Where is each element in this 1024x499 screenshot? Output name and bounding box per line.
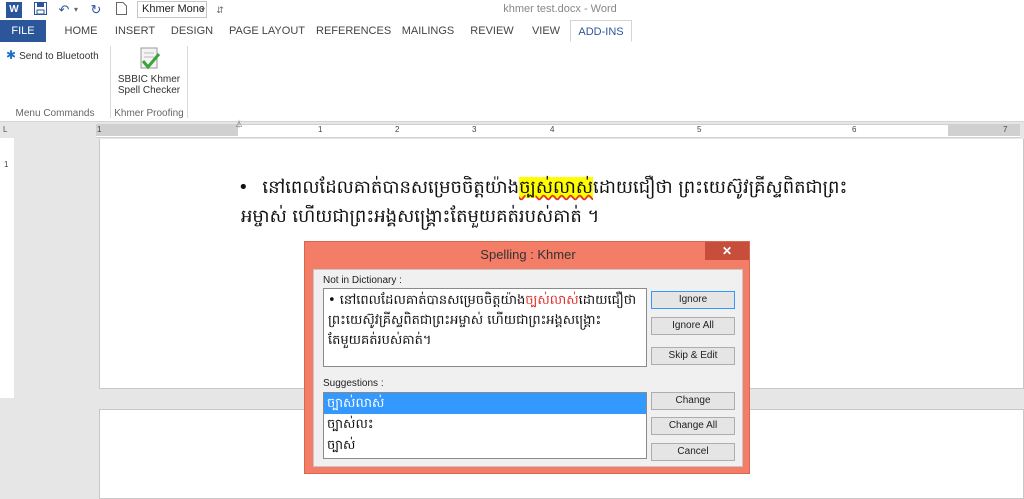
customize-qat-icon[interactable]: ⇵ — [215, 2, 225, 18]
group-divider — [187, 46, 188, 118]
suggestions-label: Suggestions : — [323, 378, 384, 389]
document-line-1: • នៅពេលដែលគាត់បានសម្រេចចិត្តយ៉ាងច្បស់លាស… — [238, 175, 847, 202]
ruler-right-margin — [948, 124, 1020, 136]
group-label-menu-commands: Menu Commands — [15, 108, 95, 119]
send-to-bluetooth-label: Send to Bluetooth — [19, 51, 99, 62]
skip-and-edit-button[interactable]: Skip & Edit — [651, 347, 735, 365]
tab-references[interactable]: REFERENCES — [316, 20, 391, 42]
bluetooth-icon: ✱ — [6, 48, 17, 62]
save-icon[interactable] — [32, 2, 48, 18]
new-document-icon[interactable] — [114, 2, 128, 18]
tab-insert[interactable]: INSERT — [110, 20, 160, 42]
context-error-word: ច្បស់លាស់ — [525, 293, 579, 308]
undo-icon[interactable]: ↶ — [56, 2, 72, 18]
close-icon: ✕ — [721, 244, 733, 258]
ruler-tick-label: 2 — [395, 125, 400, 134]
font-dropdown-icon[interactable]: ▾ — [199, 2, 207, 18]
tab-view[interactable]: VIEW — [526, 20, 566, 42]
close-button[interactable]: ✕ — [705, 242, 749, 260]
spelling-dialog: Spelling : Khmer ✕ Not in Dictionary : •… — [304, 241, 750, 474]
ruler-indent-marker[interactable]: ⏃ — [235, 121, 243, 137]
document-line-2: អម្ចាស់ ហើយជាព្រះអង្គសង្គ្រោះតែមួយគត់របស… — [241, 204, 599, 231]
cancel-button[interactable]: Cancel — [651, 443, 735, 461]
spell-checker-label-line2: Spell Checker — [117, 85, 181, 96]
spell-checker-icon — [134, 46, 164, 74]
suggestion-item[interactable]: ច្បាស់លាស់ — [324, 393, 646, 414]
tab-mailings[interactable]: MAILINGS — [398, 20, 458, 42]
ruler-tick-label: 1 — [318, 125, 323, 134]
ruler-corner-tab-selector[interactable]: L — [3, 126, 11, 134]
dialog-title: Spelling : Khmer — [480, 247, 576, 262]
title-bar: W ↶ ▾ ↻ Khmer Monc ▾ ⇵ khmer test.docx -… — [0, 0, 1024, 20]
tab-page-layout[interactable]: PAGE LAYOUT — [226, 20, 308, 42]
font-name-value: Khmer Monc — [142, 3, 205, 15]
tab-add-ins[interactable]: ADD-INS — [570, 20, 632, 42]
vertical-ruler[interactable]: 1 — [0, 138, 14, 398]
tab-design[interactable]: DESIGN — [166, 20, 218, 42]
document-text: ដោយជឿថា ព្រះយេស៊ូវគ្រីស្ទពិតជាព្រះ — [593, 177, 848, 198]
not-in-dictionary-label: Not in Dictionary : — [323, 275, 402, 286]
send-to-bluetooth-button[interactable]: ✱ Send to Bluetooth — [6, 48, 99, 62]
spell-checker-label-line1: SBBIC Khmer — [117, 74, 181, 85]
ruler-tick-label: 6 — [852, 125, 857, 134]
redo-icon[interactable]: ↻ — [88, 2, 104, 18]
ribbon: ✱ Send to Bluetooth Menu Commands SBBIC … — [0, 42, 1024, 122]
tab-review[interactable]: REVIEW — [466, 20, 518, 42]
undo-dropdown-icon[interactable]: ▾ — [72, 2, 80, 18]
ignore-all-button[interactable]: Ignore All — [651, 317, 735, 335]
document-text: អម្ចាស់ ហើយជាព្រះអង្គសង្គ្រោះតែមួយគត់របស… — [241, 206, 600, 227]
document-title: khmer test.docx - Word — [503, 3, 617, 15]
document-text: នៅពេលដែលគាត់បានសម្រេចចិត្តយ៉ាង — [262, 177, 520, 198]
font-name-combobox[interactable]: Khmer Monc — [137, 1, 207, 18]
not-in-dictionary-textbox[interactable]: • នៅពេលដែលគាត់បានសម្រេចចិត្តយ៉ាងច្បស់លាស… — [323, 288, 647, 367]
change-all-button[interactable]: Change All — [651, 417, 735, 435]
suggestion-item[interactable]: ច្បាស់លះ — [324, 414, 646, 435]
ruler-tick-label: 4 — [550, 125, 555, 134]
suggestions-list[interactable]: ច្បាស់លាស់ ច្បាស់លះ ច្បាស់ — [323, 392, 647, 459]
group-label-khmer-proofing: Khmer Proofing — [114, 108, 184, 119]
misspelled-word[interactable]: ច្បស់លាស់ — [519, 177, 594, 198]
ribbon-tab-bar: FILE HOME INSERT DESIGN PAGE LAYOUT REFE… — [0, 20, 1024, 42]
tab-file[interactable]: FILE — [0, 20, 46, 42]
ruler-tick-label: 1 — [97, 125, 102, 134]
group-divider — [110, 46, 111, 118]
context-text: • នៅពេលដែលគាត់បានសម្រេចចិត្តយ៉ាង — [328, 293, 526, 308]
tab-home[interactable]: HOME — [56, 20, 106, 42]
ruler-tick-label: 3 — [472, 125, 477, 134]
suggestion-item[interactable]: ច្បាស់ — [324, 435, 646, 456]
khmer-spell-checker-button[interactable]: SBBIC Khmer Spell Checker — [114, 46, 184, 106]
ruler-left-margin — [96, 124, 238, 136]
list-bullet: • — [238, 177, 249, 198]
word-logo-icon: W — [6, 2, 22, 18]
change-button[interactable]: Change — [651, 392, 735, 410]
dialog-body: Not in Dictionary : • នៅពេលដែលគាត់បានសម្… — [313, 269, 743, 467]
ignore-button[interactable]: Ignore — [651, 291, 735, 309]
ruler-tick-label: 1 — [4, 160, 9, 169]
ruler-tick-label: 5 — [697, 125, 702, 134]
ruler-tick-label: 7 — [1003, 125, 1008, 134]
